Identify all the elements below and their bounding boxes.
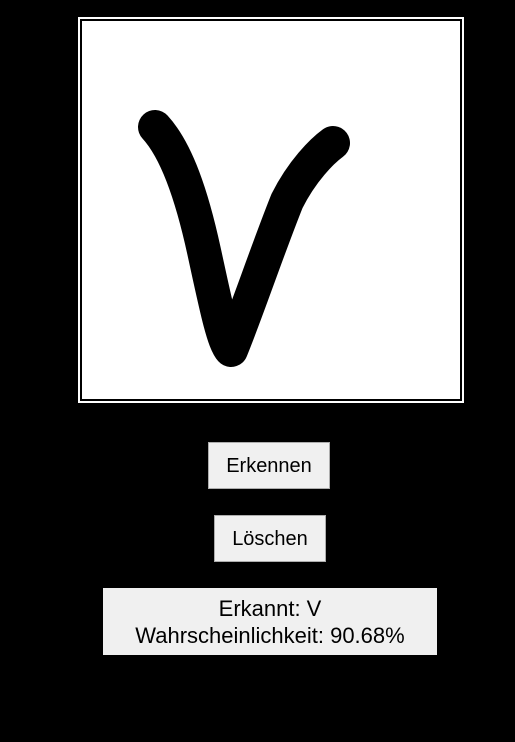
drawing-canvas[interactable]: [82, 21, 460, 399]
handwritten-stroke-drawing: [138, 110, 350, 367]
result-label: Erkannt: V Wahrscheinlichkeit: 90.68%: [103, 588, 437, 655]
probability-text: Wahrscheinlichkeit: 90.68%: [135, 622, 405, 648]
handwritten-stroke: [138, 110, 350, 367]
recognized-character-text: Erkannt: V: [218, 595, 322, 621]
clear-button[interactable]: Löschen: [214, 515, 326, 562]
drawing-canvas-frame: [78, 17, 464, 403]
recognize-button[interactable]: Erkennen: [208, 442, 330, 489]
